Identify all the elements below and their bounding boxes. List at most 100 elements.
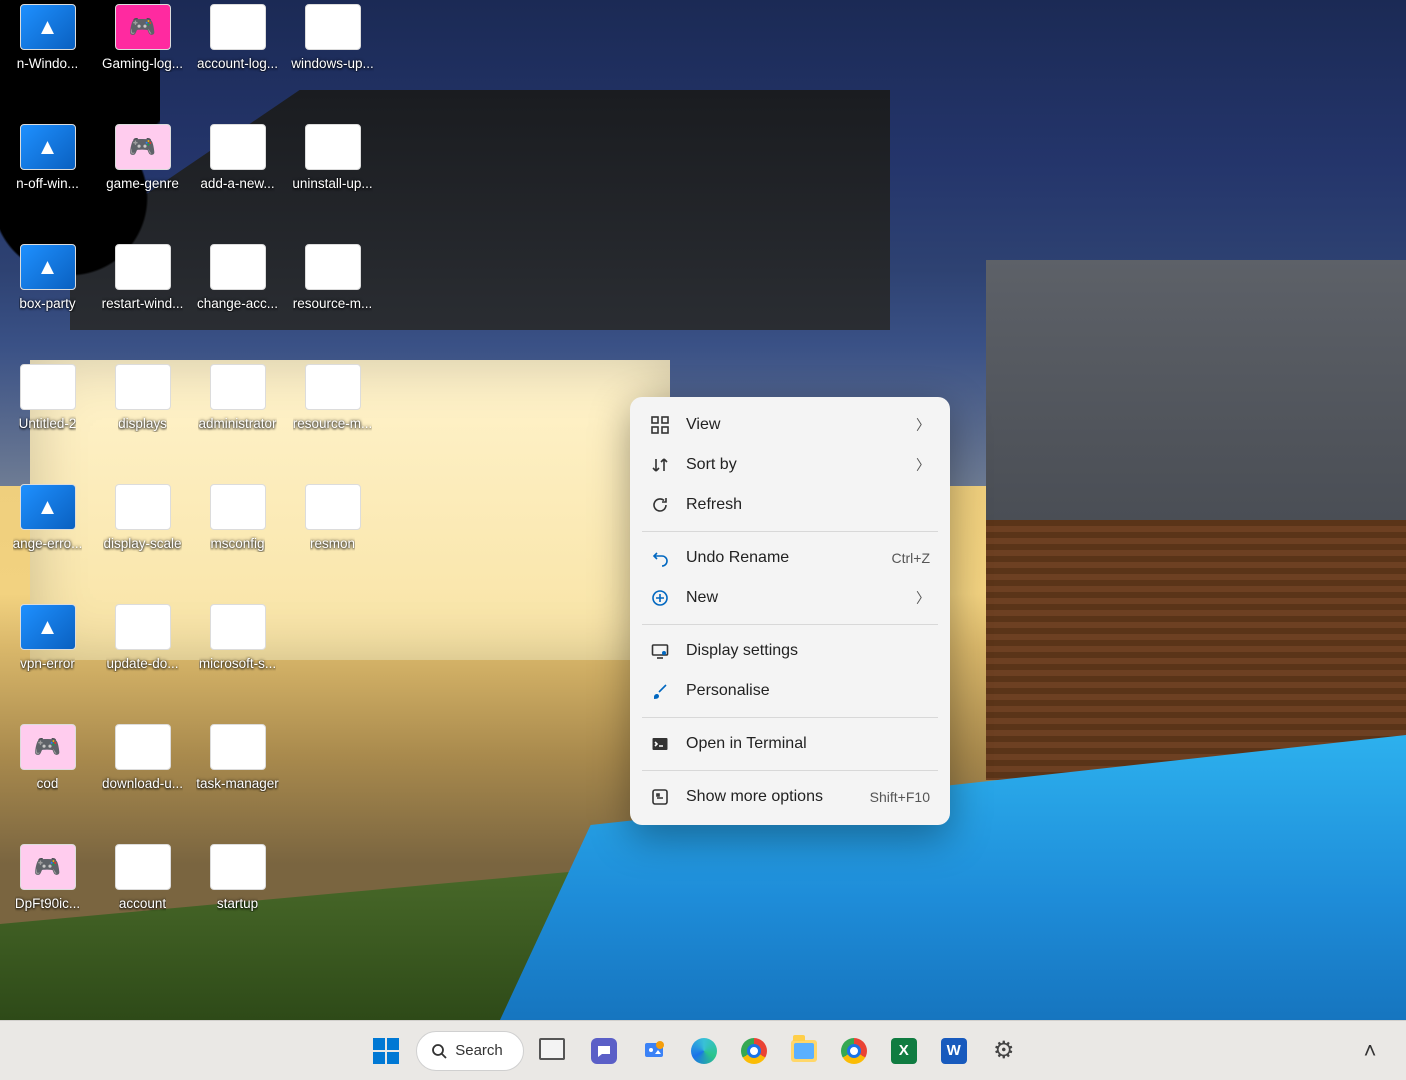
desktop-icon-label: n-off-win... (16, 176, 79, 192)
terminal-icon (650, 734, 670, 754)
desktop-icon-label: game-genre (106, 176, 179, 192)
desktop-icon[interactable]: 🎮DpFt90ic... (0, 840, 95, 960)
desktop-icon-label: displays (118, 416, 167, 432)
file-thumbnail-icon (210, 364, 266, 410)
ctx-personalise[interactable]: Personalise (638, 671, 942, 711)
file-thumbnail-icon (305, 4, 361, 50)
file-thumbnail-icon: 🎮 (115, 4, 171, 50)
file-thumbnail-icon (115, 844, 171, 890)
desktop-icon[interactable]: display-scale (95, 480, 190, 600)
desktop-icon[interactable]: Untitled-2 (0, 360, 95, 480)
desktop-icon[interactable]: displays (95, 360, 190, 480)
edge-icon (691, 1038, 717, 1064)
desktop-icon[interactable]: msconfig (190, 480, 285, 600)
desktop-icon-label: ange-erro... (13, 536, 83, 552)
ctx-view[interactable]: View 〉 (638, 405, 942, 445)
desktop-icon[interactable]: account (95, 840, 190, 960)
separator (642, 531, 938, 532)
file-thumbnail-icon (210, 724, 266, 770)
desktop-icon[interactable]: account-log... (190, 0, 285, 120)
desktop-icon-label: vpn-error (20, 656, 75, 672)
taskbar-app-edge[interactable] (684, 1031, 724, 1071)
desktop-icon[interactable]: administrator (190, 360, 285, 480)
start-button[interactable] (366, 1031, 406, 1071)
desktop-icon[interactable]: change-acc... (190, 240, 285, 360)
file-thumbnail-icon: ▲ (20, 244, 76, 290)
paintbrush-icon (650, 681, 670, 701)
file-thumbnail-icon: ▲ (20, 124, 76, 170)
taskbar-app-chrome-profile1[interactable] (734, 1031, 774, 1071)
file-thumbnail-icon (210, 844, 266, 890)
ctx-undo-rename[interactable]: Undo Rename Ctrl+Z (638, 538, 942, 578)
ctx-label: Sort by (686, 456, 900, 474)
taskbar-app-file-explorer[interactable] (784, 1031, 824, 1071)
ctx-open-terminal[interactable]: Open in Terminal (638, 724, 942, 764)
desktop-icon[interactable]: restart-wind... (95, 240, 190, 360)
separator (642, 717, 938, 718)
desktop-icon[interactable]: 🎮cod (0, 720, 95, 840)
desktop-icon[interactable]: ▲ange-erro... (0, 480, 95, 600)
ctx-sort-by[interactable]: Sort by 〉 (638, 445, 942, 485)
desktop-icon[interactable]: 🎮 game-genre (95, 120, 190, 240)
desktop-icon[interactable]: resmon (285, 480, 380, 600)
new-icon (650, 588, 670, 608)
desktop-icon[interactable]: ▲ vpn-error (0, 600, 95, 720)
chrome-icon (841, 1038, 867, 1064)
ctx-show-more-options[interactable]: Show more options Shift+F10 (638, 777, 942, 817)
desktop-icon-label: update-do... (106, 656, 178, 672)
desktop-icon[interactable]: ▲ n-off-win... (0, 120, 95, 240)
ctx-shortcut: Shift+F10 (870, 789, 930, 805)
file-thumbnail-icon: ▲ (20, 604, 76, 650)
desktop-icon-label: DpFt90ic... (15, 896, 80, 912)
file-thumbnail-icon: ▲ (20, 4, 76, 50)
taskbar: Search X (0, 1020, 1406, 1080)
desktop-icon[interactable]: add-a-new... (190, 120, 285, 240)
taskbar-search[interactable]: Search (416, 1031, 524, 1071)
taskbar-app-word[interactable]: W (934, 1031, 974, 1071)
chrome-icon (741, 1038, 767, 1064)
desktop-icon-label: Gaming-log... (102, 56, 183, 72)
desktop-icon[interactable]: resource-m... (285, 360, 380, 480)
desktop-icon-label: administrator (198, 416, 276, 432)
taskbar-overflow[interactable]: ˄ (1350, 1031, 1390, 1071)
taskbar-app-settings[interactable]: ⚙ (984, 1031, 1024, 1071)
desktop-icon[interactable]: 🎮 Gaming-log... (95, 0, 190, 120)
file-thumbnail-icon (305, 124, 361, 170)
file-thumbnail-icon (115, 244, 171, 290)
undo-icon (650, 548, 670, 568)
desktop-icon[interactable]: ▲box-party (0, 240, 95, 360)
task-view-button[interactable] (534, 1031, 574, 1071)
desktop-icon[interactable]: microsoft-s... (190, 600, 285, 720)
chevron-up-icon: ˄ (1364, 1038, 1377, 1064)
desktop-icon[interactable]: update-do... (95, 600, 190, 720)
chevron-right-icon: 〉 (916, 588, 930, 608)
file-thumbnail-icon (210, 604, 266, 650)
desktop-icon-label: msconfig (210, 536, 264, 552)
file-thumbnail-icon: 🎮 (115, 124, 171, 170)
taskbar-app-excel[interactable]: X (884, 1031, 924, 1071)
desktop-icon[interactable]: ▲n-Windo... (0, 0, 95, 120)
ctx-shortcut: Ctrl+Z (892, 550, 931, 566)
desktop-icon[interactable]: windows-up... (285, 0, 380, 120)
desktop-icon[interactable]: resource-m... (285, 240, 380, 360)
taskbar-app-snip[interactable] (634, 1031, 674, 1071)
separator (642, 770, 938, 771)
ctx-display-settings[interactable]: Display settings (638, 631, 942, 671)
desktop-icon[interactable]: task-manager (190, 720, 285, 840)
desktop-icon[interactable]: startup (190, 840, 285, 960)
ctx-new[interactable]: New 〉 (638, 578, 942, 618)
file-thumbnail-icon (210, 244, 266, 290)
desktop-icon-label: restart-wind... (102, 296, 184, 312)
file-thumbnail-icon (20, 364, 76, 410)
file-thumbnail-icon (115, 604, 171, 650)
file-thumbnail-icon (210, 124, 266, 170)
desktop-icon[interactable]: uninstall-up... (285, 120, 380, 240)
taskbar-app-chat[interactable] (584, 1031, 624, 1071)
ctx-refresh[interactable]: Refresh (638, 485, 942, 525)
windows-logo-icon (373, 1038, 399, 1064)
ctx-label: Open in Terminal (686, 735, 930, 753)
file-thumbnail-icon (210, 4, 266, 50)
desktop-icon-label: account (119, 896, 166, 912)
taskbar-app-chrome-profile2[interactable] (834, 1031, 874, 1071)
desktop-icon[interactable]: download-u... (95, 720, 190, 840)
